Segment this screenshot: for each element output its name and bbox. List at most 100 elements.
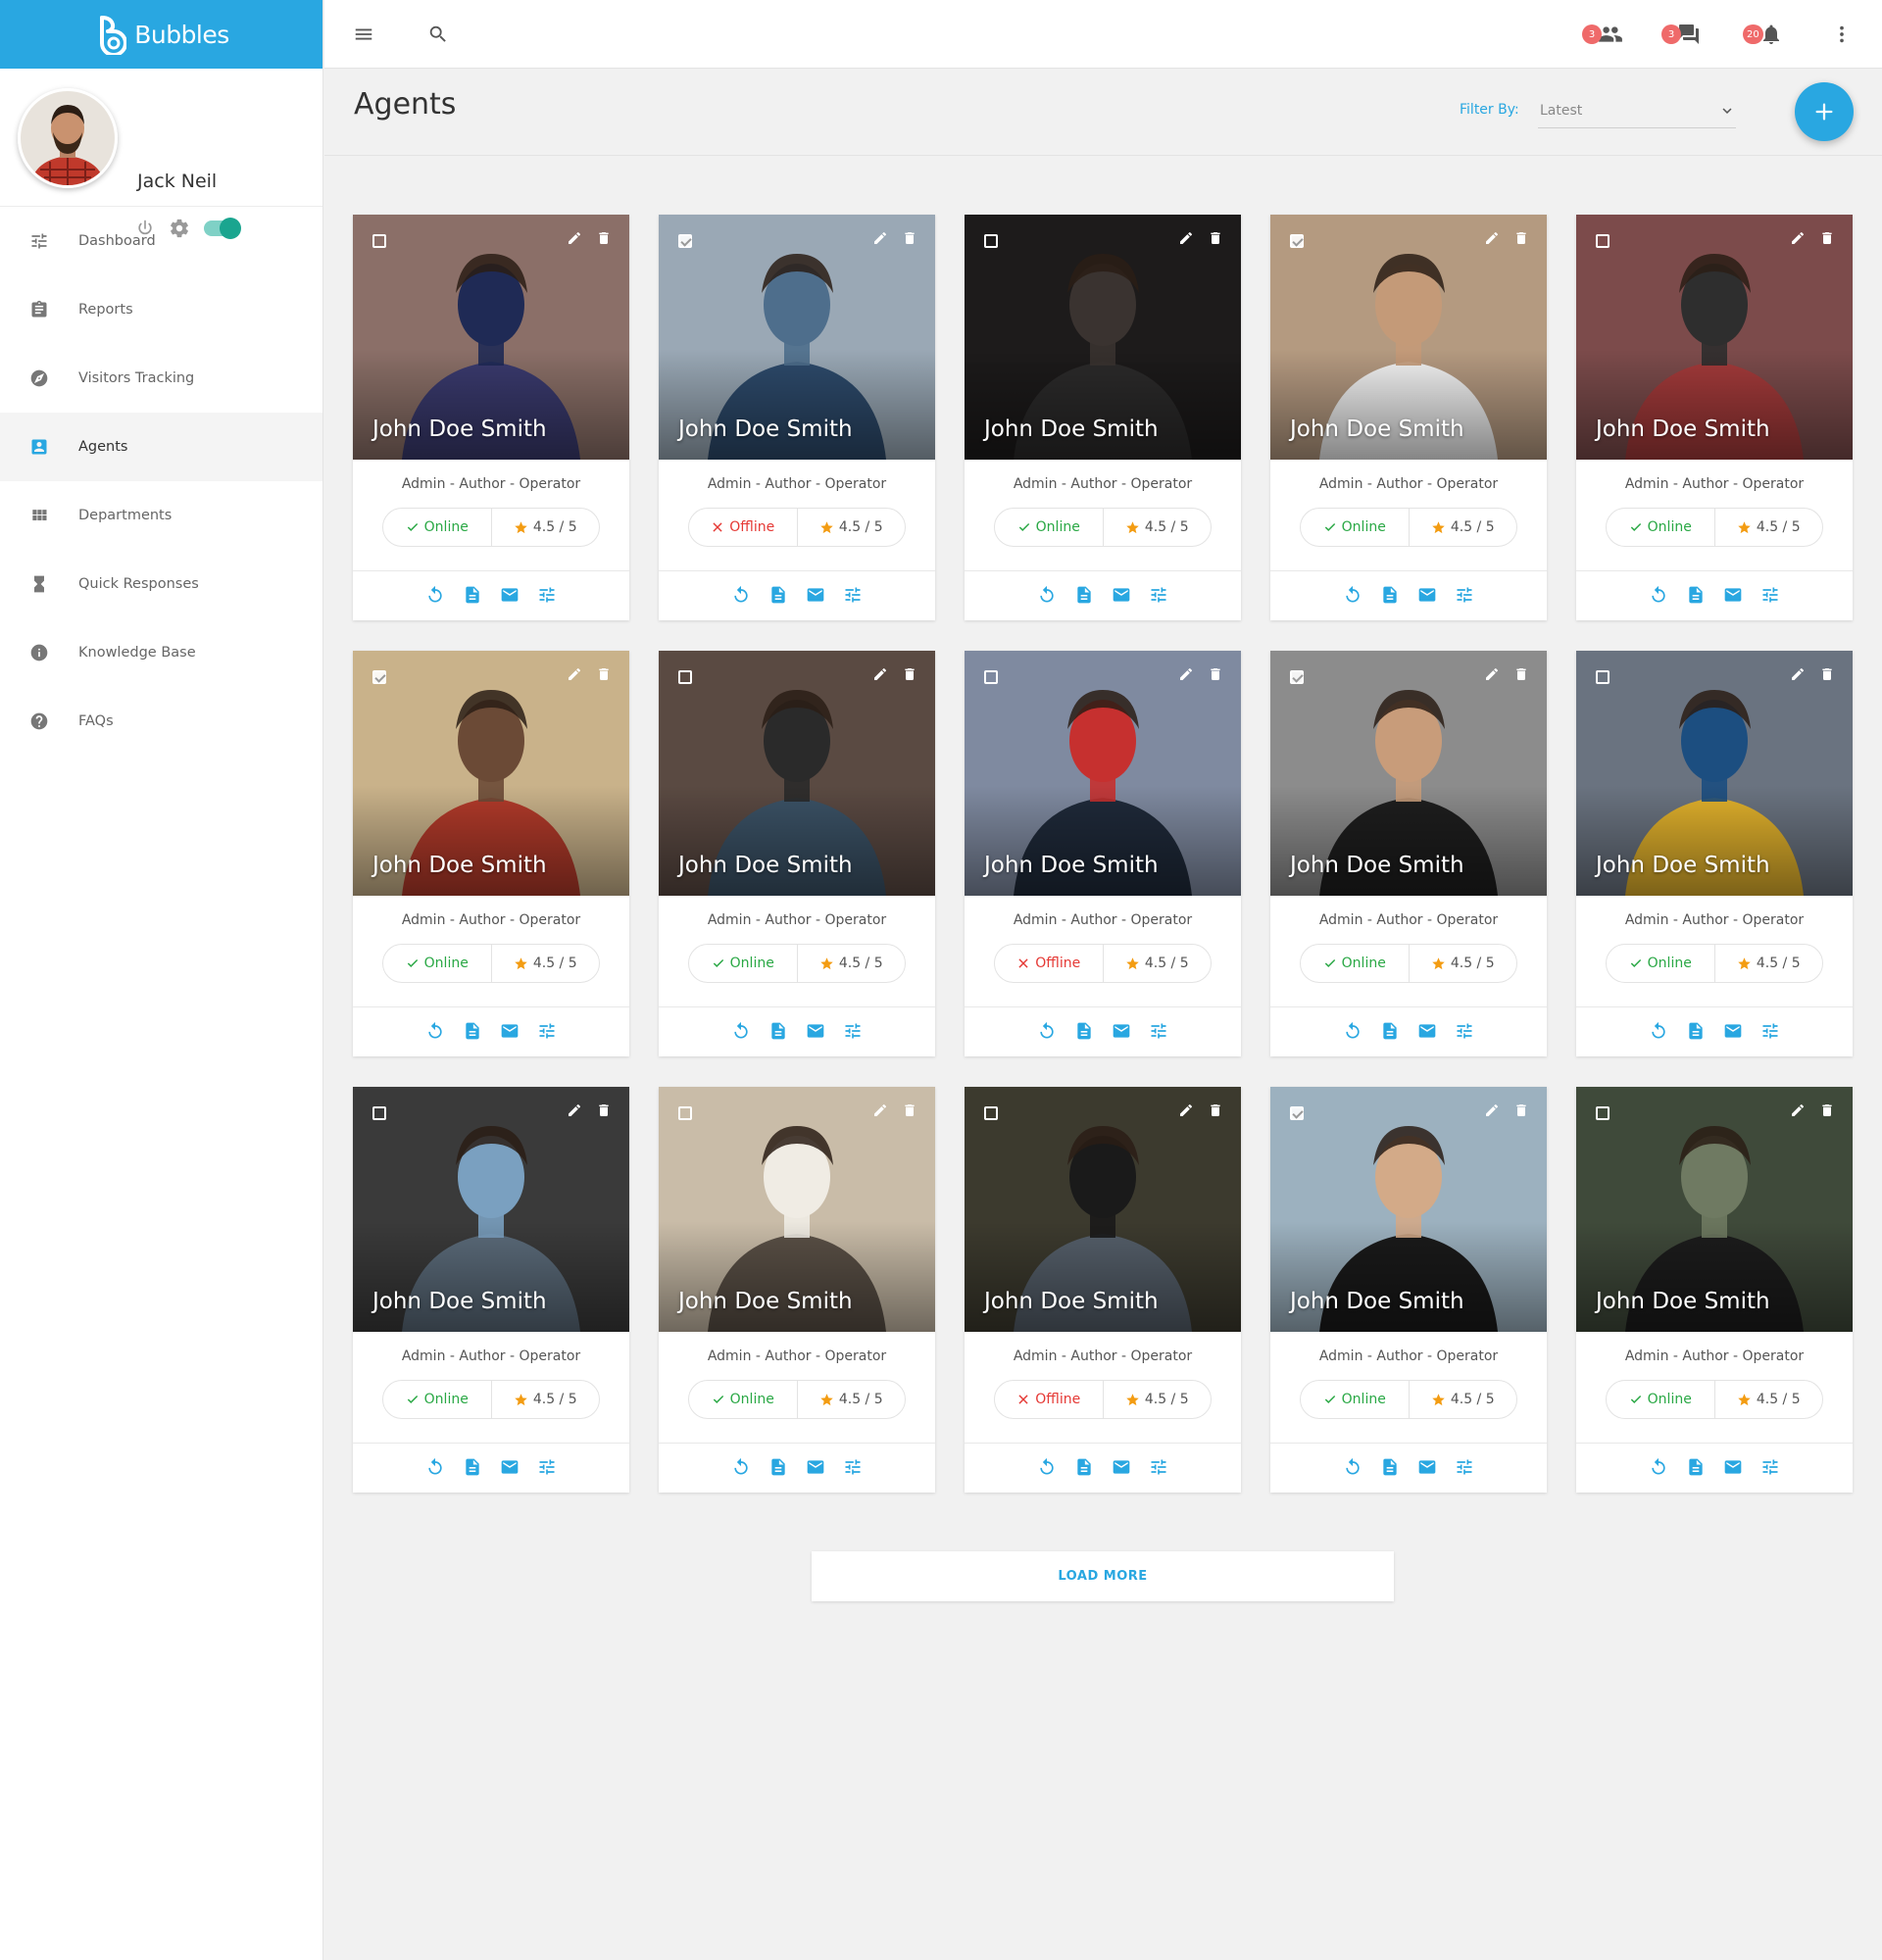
- tune-icon[interactable]: [843, 1021, 863, 1041]
- agent-photo[interactable]: John Doe Smith: [659, 1087, 935, 1332]
- mail-icon[interactable]: [806, 1457, 825, 1477]
- team-notifications[interactable]: 3: [1582, 20, 1623, 49]
- agent-card[interactable]: John Doe Smith Admin - Author - Operator…: [659, 1087, 935, 1493]
- delete-trash-icon[interactable]: [902, 666, 917, 682]
- mail-icon[interactable]: [806, 585, 825, 605]
- mail-icon[interactable]: [1723, 1021, 1743, 1041]
- tune-icon[interactable]: [1760, 585, 1780, 605]
- refresh-icon[interactable]: [1037, 585, 1057, 605]
- mail-icon[interactable]: [1723, 1457, 1743, 1477]
- agent-photo[interactable]: John Doe Smith: [1270, 1087, 1547, 1332]
- select-checkbox[interactable]: [678, 234, 692, 248]
- availability-toggle[interactable]: [204, 218, 241, 239]
- sidebar-item-faqs[interactable]: FAQs: [0, 687, 322, 756]
- document-icon[interactable]: [1686, 1021, 1706, 1041]
- refresh-icon[interactable]: [1649, 585, 1668, 605]
- edit-pencil-icon[interactable]: [1790, 230, 1806, 246]
- tune-icon[interactable]: [537, 1457, 557, 1477]
- filter-select[interactable]: Latest: [1538, 93, 1736, 128]
- chat-notifications[interactable]: 3: [1661, 20, 1701, 49]
- mail-icon[interactable]: [500, 1021, 520, 1041]
- sidebar-item-quick-responses[interactable]: Quick Responses: [0, 550, 322, 618]
- edit-pencil-icon[interactable]: [567, 666, 582, 682]
- delete-trash-icon[interactable]: [1819, 230, 1835, 246]
- refresh-icon[interactable]: [425, 1021, 445, 1041]
- tune-icon[interactable]: [537, 585, 557, 605]
- agent-photo[interactable]: John Doe Smith: [353, 215, 629, 460]
- select-checkbox[interactable]: [984, 1106, 998, 1120]
- tune-icon[interactable]: [1760, 1457, 1780, 1477]
- settings-gear-icon[interactable]: [169, 218, 190, 239]
- agent-photo[interactable]: John Doe Smith: [1576, 651, 1853, 896]
- tune-icon[interactable]: [1149, 585, 1168, 605]
- agent-card[interactable]: John Doe Smith Admin - Author - Operator…: [1270, 215, 1547, 620]
- agent-card[interactable]: John Doe Smith Admin - Author - Operator…: [965, 1087, 1241, 1493]
- tune-icon[interactable]: [537, 1021, 557, 1041]
- agent-photo[interactable]: John Doe Smith: [965, 1087, 1241, 1332]
- refresh-icon[interactable]: [1037, 1457, 1057, 1477]
- document-icon[interactable]: [463, 585, 482, 605]
- refresh-icon[interactable]: [1343, 585, 1362, 605]
- delete-trash-icon[interactable]: [596, 230, 612, 246]
- agent-photo[interactable]: John Doe Smith: [353, 651, 629, 896]
- refresh-icon[interactable]: [425, 585, 445, 605]
- agent-card[interactable]: John Doe Smith Admin - Author - Operator…: [1576, 651, 1853, 1056]
- delete-trash-icon[interactable]: [902, 230, 917, 246]
- select-checkbox[interactable]: [1290, 1106, 1304, 1120]
- mail-icon[interactable]: [1723, 585, 1743, 605]
- select-checkbox[interactable]: [984, 670, 998, 684]
- sidebar-item-agents[interactable]: Agents: [0, 413, 322, 481]
- delete-trash-icon[interactable]: [1513, 230, 1529, 246]
- tune-icon[interactable]: [1455, 1457, 1474, 1477]
- delete-trash-icon[interactable]: [1513, 666, 1529, 682]
- agent-card[interactable]: John Doe Smith Admin - Author - Operator…: [353, 215, 629, 620]
- tune-icon[interactable]: [843, 585, 863, 605]
- edit-pencil-icon[interactable]: [872, 230, 888, 246]
- select-checkbox[interactable]: [1290, 670, 1304, 684]
- refresh-icon[interactable]: [1343, 1457, 1362, 1477]
- agent-card[interactable]: John Doe Smith Admin - Author - Operator…: [965, 651, 1241, 1056]
- mail-icon[interactable]: [1112, 1457, 1131, 1477]
- more-vert-icon[interactable]: [1829, 22, 1855, 47]
- delete-trash-icon[interactable]: [1513, 1102, 1529, 1118]
- delete-trash-icon[interactable]: [1208, 666, 1223, 682]
- agent-photo[interactable]: John Doe Smith: [965, 651, 1241, 896]
- refresh-icon[interactable]: [731, 585, 751, 605]
- agent-card[interactable]: John Doe Smith Admin - Author - Operator…: [659, 651, 935, 1056]
- edit-pencil-icon[interactable]: [1178, 230, 1194, 246]
- delete-trash-icon[interactable]: [1208, 230, 1223, 246]
- select-checkbox[interactable]: [1596, 234, 1610, 248]
- select-checkbox[interactable]: [372, 670, 386, 684]
- mail-icon[interactable]: [1417, 585, 1437, 605]
- document-icon[interactable]: [1074, 585, 1094, 605]
- select-checkbox[interactable]: [678, 1106, 692, 1120]
- select-checkbox[interactable]: [1596, 670, 1610, 684]
- tune-icon[interactable]: [1455, 585, 1474, 605]
- mail-icon[interactable]: [1112, 585, 1131, 605]
- alert-notifications[interactable]: 20: [1743, 20, 1783, 49]
- sidebar-item-departments[interactable]: Departments: [0, 481, 322, 550]
- select-checkbox[interactable]: [1596, 1106, 1610, 1120]
- edit-pencil-icon[interactable]: [1484, 666, 1500, 682]
- document-icon[interactable]: [768, 1021, 788, 1041]
- select-checkbox[interactable]: [372, 1106, 386, 1120]
- edit-pencil-icon[interactable]: [1484, 1102, 1500, 1118]
- agent-photo[interactable]: John Doe Smith: [659, 215, 935, 460]
- refresh-icon[interactable]: [1343, 1021, 1362, 1041]
- agent-card[interactable]: John Doe Smith Admin - Author - Operator…: [1576, 215, 1853, 620]
- document-icon[interactable]: [1380, 1021, 1400, 1041]
- edit-pencil-icon[interactable]: [1178, 666, 1194, 682]
- delete-trash-icon[interactable]: [596, 666, 612, 682]
- mail-icon[interactable]: [806, 1021, 825, 1041]
- select-checkbox[interactable]: [1290, 234, 1304, 248]
- delete-trash-icon[interactable]: [1819, 1102, 1835, 1118]
- agent-card[interactable]: John Doe Smith Admin - Author - Operator…: [1270, 651, 1547, 1056]
- mail-icon[interactable]: [1417, 1457, 1437, 1477]
- power-icon[interactable]: [135, 219, 155, 238]
- agent-photo[interactable]: John Doe Smith: [965, 215, 1241, 460]
- load-more-button[interactable]: LOAD MORE: [812, 1551, 1394, 1601]
- agent-card[interactable]: John Doe Smith Admin - Author - Operator…: [1270, 1087, 1547, 1493]
- edit-pencil-icon[interactable]: [872, 1102, 888, 1118]
- search-icon[interactable]: [425, 22, 451, 47]
- document-icon[interactable]: [768, 1457, 788, 1477]
